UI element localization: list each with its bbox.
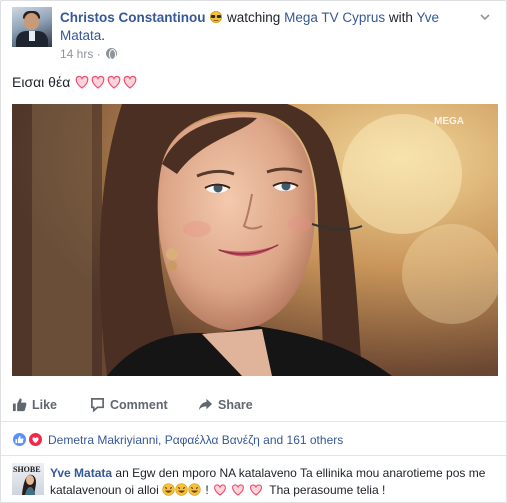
- comment-label: Comment: [110, 398, 168, 412]
- post-text: Εισαι θέα: [12, 74, 138, 90]
- tv-screenshot-image: MEGA: [12, 104, 498, 376]
- divider: [1, 421, 506, 422]
- post-photo[interactable]: MEGA: [12, 104, 498, 376]
- divider: [1, 455, 506, 456]
- commenter-name[interactable]: Yve Matata: [50, 466, 112, 480]
- comment-text: an Egw den mporo NA katalaveno Ta ellini…: [50, 466, 486, 497]
- like-reaction-icon: [12, 432, 27, 447]
- share-label: Share: [218, 398, 253, 412]
- commenter-avatar[interactable]: SHOBE: [12, 463, 44, 495]
- post-action-bar: Like Comment Share: [12, 391, 498, 419]
- reaction-names[interactable]: Demetra Makriyianni, Ραφαέλλα Βανέζη and…: [48, 433, 343, 447]
- feed-post: Christos Constantinou watching Mega TV C…: [0, 0, 507, 503]
- comment-body: Yve Matata an Egw den mporo NA katalaven…: [50, 465, 498, 499]
- laughing-emoji-icon: [162, 483, 201, 496]
- comment-button[interactable]: Comment: [90, 395, 190, 415]
- post-time[interactable]: 14 hrs: [60, 47, 93, 61]
- share-button[interactable]: Share: [198, 395, 278, 415]
- comment-text-2: Tha perasoume telia !: [269, 483, 386, 497]
- like-button[interactable]: Like: [12, 395, 72, 415]
- meta-separator: ·: [96, 47, 101, 61]
- like-label: Like: [32, 398, 58, 412]
- comment-icon: [91, 398, 104, 412]
- post-headline: Christos Constantinou watching Mega TV C…: [60, 9, 470, 45]
- post-meta: 14 hrs ·: [60, 47, 118, 61]
- share-arrow-icon: [198, 398, 213, 411]
- thumbs-up-icon: [12, 398, 27, 412]
- author-avatar[interactable]: [12, 7, 52, 47]
- post-text-content: Εισαι θέα: [12, 74, 71, 90]
- tv-logo-watermark: MEGA: [434, 116, 464, 127]
- love-reaction-icon: [28, 432, 43, 447]
- comment-item: SHOBE Yve Matata an Egw den mporo NA kat…: [12, 463, 498, 502]
- avatar-logo-text: SHOBE: [13, 465, 41, 474]
- chevron-down-icon[interactable]: [478, 10, 492, 24]
- hearts-emoji-icon: [75, 75, 137, 89]
- hearts-emoji-icon: [214, 484, 263, 496]
- author-name[interactable]: Christos Constantinou: [60, 10, 206, 25]
- post-header: Christos Constantinou watching Mega TV C…: [12, 7, 492, 61]
- activity-text: watching: [227, 10, 281, 25]
- headline-period: .: [101, 28, 106, 43]
- with-text: with: [388, 10, 413, 25]
- comment-separator: !: [202, 483, 213, 497]
- sunglasses-emoji-icon: [210, 11, 223, 23]
- globe-icon[interactable]: [106, 48, 118, 60]
- page-link[interactable]: Mega TV Cyprus: [284, 10, 385, 25]
